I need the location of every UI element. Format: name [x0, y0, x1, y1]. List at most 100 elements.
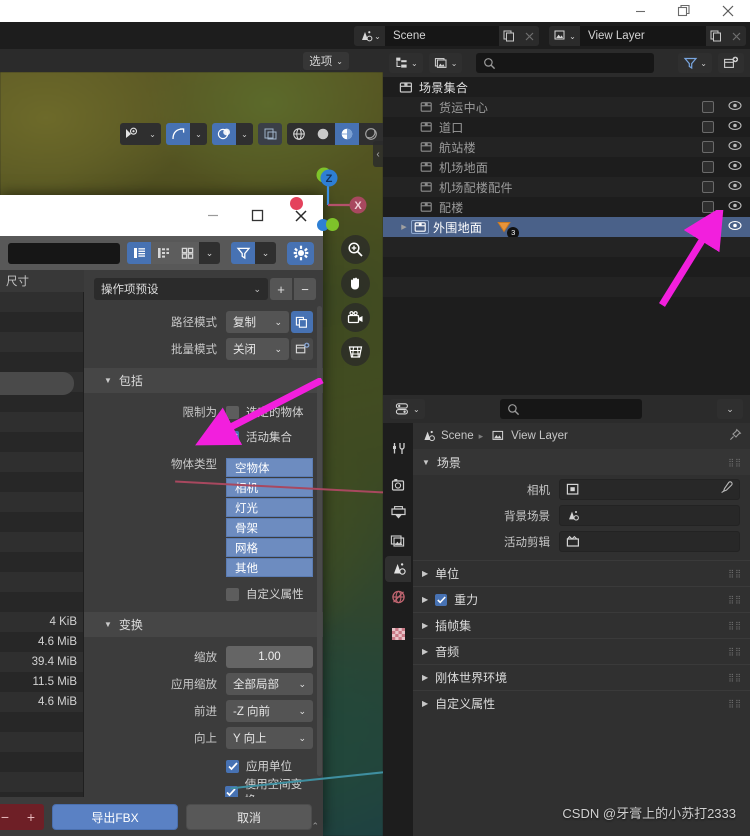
options-scrollbar[interactable]: [317, 306, 322, 776]
export-fbx-button[interactable]: 导出FBX: [52, 804, 178, 830]
navigation-gizmo[interactable]: Z X: [310, 161, 374, 225]
outliner-display-mode-button[interactable]: ⌄: [389, 53, 423, 73]
subpanel-custom-properties[interactable]: ▶ 自定义属性 ⣿⣿: [413, 690, 750, 716]
zoom-icon[interactable]: [341, 235, 370, 264]
batch-mode-dropdown[interactable]: 关闭 ⌄: [226, 338, 289, 360]
remove-preset-button[interactable]: −: [294, 278, 316, 300]
subpanel-keying-sets[interactable]: ▶ 插帧集 ⣿⣿: [413, 612, 750, 638]
scene-delete-button[interactable]: [519, 26, 539, 46]
apply-unit-checkbox[interactable]: [226, 759, 239, 773]
tab-output[interactable]: [385, 500, 411, 526]
list-item[interactable]: 货运中心: [383, 97, 750, 117]
viewport-sidebar-collapse[interactable]: ‹: [373, 141, 383, 167]
file-row-size[interactable]: 4.6 MiB: [0, 632, 84, 652]
list-item[interactable]: 道口: [383, 117, 750, 137]
file-row[interactable]: [0, 432, 84, 452]
tab-tool[interactable]: [385, 435, 411, 461]
subpanel-rigid-body-world[interactable]: ▶ 刚体世界环境 ⣿⣿: [413, 664, 750, 690]
gizmo-group[interactable]: ⌄: [166, 123, 207, 145]
grid-ortho-icon[interactable]: [341, 337, 370, 366]
breadcrumb-scene[interactable]: Scene: [441, 430, 474, 442]
file-row[interactable]: [0, 552, 84, 572]
add-preset-button[interactable]: +: [270, 278, 292, 300]
os-restore-button[interactable]: [662, 0, 706, 22]
display-mode-group[interactable]: ⌄: [127, 242, 220, 264]
list-item[interactable]: 机场地面: [383, 157, 750, 177]
outliner-row-scene-collection[interactable]: 场景集合: [383, 77, 750, 97]
visibility-group[interactable]: ⌄: [120, 123, 161, 145]
chevron-right-icon[interactable]: ▶: [397, 223, 411, 231]
scene-selector[interactable]: ⌄ Scene: [354, 26, 539, 46]
chevron-down-icon[interactable]: ⌄: [190, 123, 207, 145]
exclude-checkbox[interactable]: [702, 201, 714, 213]
gear-icon[interactable]: [287, 241, 314, 265]
outliner-filter-button[interactable]: ⌄: [678, 53, 712, 73]
list-item[interactable]: 航站楼: [383, 137, 750, 157]
filter-funnel-icon[interactable]: [231, 242, 255, 264]
file-row-size[interactable]: 11.5 MiB: [0, 672, 84, 692]
pin-icon[interactable]: [728, 428, 742, 445]
scene-copy-button[interactable]: [499, 26, 519, 46]
apply-scalings-dropdown[interactable]: 全部局部 ⌄: [226, 673, 313, 695]
chevron-down-icon[interactable]: ⌄: [236, 123, 253, 145]
visibility-eye-icon[interactable]: [728, 100, 742, 114]
file-row[interactable]: [0, 472, 84, 492]
list-item[interactable]: 机场配楼配件: [383, 177, 750, 197]
forward-axis-dropdown[interactable]: -Z 向前 ⌄: [226, 700, 313, 722]
file-name-stepper[interactable]: − +: [0, 804, 44, 830]
decrement-label[interactable]: −: [1, 809, 9, 825]
subpanel-units[interactable]: ▶ 单位 ⣿⣿: [413, 560, 750, 586]
camera-object-field[interactable]: [559, 479, 740, 500]
list-item[interactable]: 其他: [226, 558, 313, 577]
properties-search-input[interactable]: [499, 399, 642, 419]
chevron-down-icon[interactable]: ⌄: [199, 242, 220, 264]
xray-toggle-icon[interactable]: [258, 123, 282, 145]
file-row-size[interactable]: 39.4 MiB: [0, 652, 84, 672]
overlays-icon[interactable]: [212, 123, 236, 145]
section-header-include[interactable]: ▼ 包括: [84, 368, 323, 393]
view-layer-name-field[interactable]: View Layer: [580, 26, 706, 46]
file-row[interactable]: [0, 332, 84, 352]
chevron-down-icon[interactable]: ⌄: [255, 242, 276, 264]
up-axis-dropdown[interactable]: Y 向上 ⌄: [226, 727, 313, 749]
outliner-new-collection-button[interactable]: [718, 53, 744, 73]
file-row[interactable]: [0, 392, 84, 412]
visibility-eye-icon[interactable]: [728, 140, 742, 154]
section-header-transform[interactable]: ▼ 变换: [84, 612, 323, 637]
file-row[interactable]: [0, 292, 84, 312]
view-layer-copy-button[interactable]: [706, 26, 726, 46]
thumbnail-grid-icon[interactable]: [175, 242, 199, 264]
os-close-button[interactable]: [706, 0, 750, 22]
custom-properties-checkbox[interactable]: [226, 587, 239, 601]
file-row-size[interactable]: 4 KiB: [0, 612, 84, 632]
file-row[interactable]: [0, 532, 84, 552]
active-collection-checkbox[interactable]: [226, 430, 239, 444]
tab-scene[interactable]: [385, 556, 411, 582]
camera-view-icon[interactable]: [341, 303, 370, 332]
path-mode-dropdown[interactable]: 复制 ⌄: [226, 311, 289, 333]
os-minimize-button[interactable]: [618, 0, 662, 22]
filter-group[interactable]: ⌄: [231, 242, 276, 264]
list-vertical-icon[interactable]: [127, 242, 151, 264]
visibility-eye-icon[interactable]: [728, 200, 742, 214]
file-path-input[interactable]: [8, 242, 120, 264]
tab-view-layer[interactable]: [385, 528, 411, 554]
list-item-selected[interactable]: ▶ 外围地面 3: [383, 217, 750, 239]
file-row[interactable]: [0, 572, 84, 592]
chevron-up-icon[interactable]: ⌃: [311, 821, 319, 832]
chevron-down-icon[interactable]: ⌄: [144, 123, 161, 145]
properties-editor-type-button[interactable]: ⌄: [390, 399, 425, 419]
scene-name-field[interactable]: Scene: [385, 26, 499, 46]
visibility-eye-icon[interactable]: [728, 180, 742, 194]
view-layer-selector[interactable]: ⌄ View Layer: [549, 26, 746, 46]
modifier-badge[interactable]: 3: [496, 220, 520, 239]
exclude-checkbox[interactable]: [702, 161, 714, 173]
cancel-button[interactable]: 取消: [186, 804, 312, 830]
visibility-eye-icon[interactable]: [728, 160, 742, 174]
outliner-search-input[interactable]: [476, 53, 655, 73]
background-scene-field[interactable]: [559, 505, 740, 526]
list-item[interactable]: 配楼: [383, 197, 750, 217]
list-item[interactable]: 灯光: [226, 498, 313, 517]
increment-label[interactable]: +: [27, 809, 35, 825]
tab-render[interactable]: [385, 472, 411, 498]
